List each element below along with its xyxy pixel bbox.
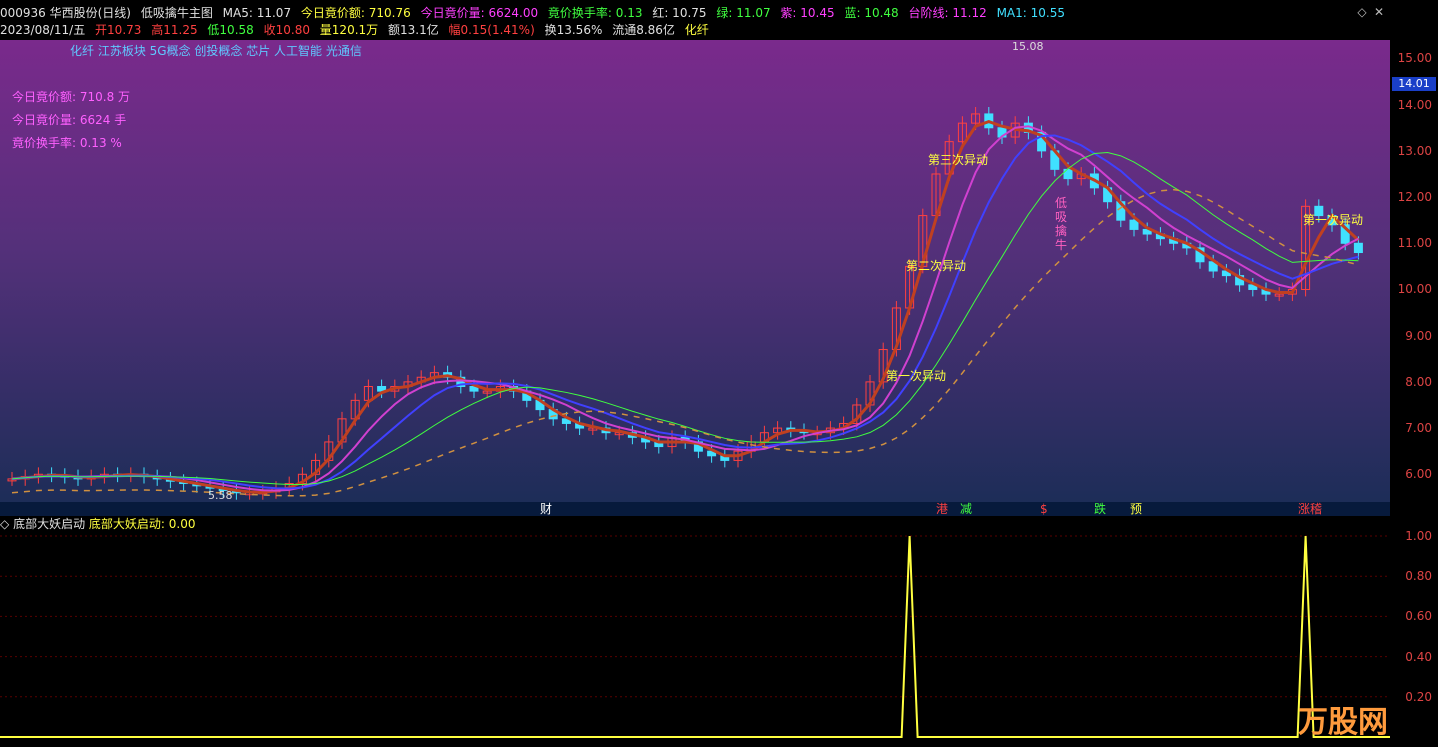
event-marker[interactable]: 减 [960, 502, 972, 516]
quote-sector: 化纤 [684, 23, 709, 37]
price-tick: 10.00 [1397, 282, 1432, 297]
signal-line [0, 535, 1390, 738]
quote-line: 2023/08/11/五 开10.73 高11.25 低10.58 收10.80… [0, 20, 1438, 40]
event-marker[interactable]: 财 [540, 502, 552, 516]
quote-turnover: 换13.56% [544, 23, 603, 37]
blue-line-value: 蓝: 10.48 [844, 6, 899, 20]
note-first-move: 第一次异动 [886, 369, 947, 383]
price-tick: 12.00 [1397, 190, 1432, 205]
collapse-icon[interactable]: ◇ [1355, 5, 1369, 19]
sub-chart-header: ◇ 底部大妖启动 底部大妖启动: 0.00 [0, 516, 195, 532]
sub-tick: 1.00 [1405, 529, 1432, 543]
price-axis: 15.00 14.00 13.00 12.00 11.00 10.00 9.00 8.00 7.… [1390, 40, 1438, 502]
quote-float: 流通8.86亿 [612, 23, 675, 37]
concept-tags: 化纤 江苏板块 5G概念 创投概念 芯片 人工智能 光通信 [70, 44, 362, 58]
step-line-value: 台阶线: 11.12 [908, 6, 987, 20]
note-second-move: 第二次异动 [906, 259, 967, 273]
price-tick: 13.00 [1397, 143, 1432, 158]
current-price-badge: 14.01 [1392, 77, 1436, 91]
jj-amount: 今日竟价额: 710.76 [300, 6, 411, 20]
ma1-value: MA1: 10.55 [996, 6, 1065, 20]
sub-value: 底部大妖启动: 0.00 [88, 517, 196, 531]
quote-amount: 额13.1亿 [387, 23, 439, 37]
jj-volume: 今日竟价量: 6624.00 [420, 6, 539, 20]
main-chart-canvas[interactable] [0, 40, 1390, 502]
indicator-name[interactable]: 低吸擒牛主图 [141, 6, 213, 20]
event-marker[interactable]: 跌 [1094, 502, 1106, 516]
brand-logo: 万股网 [1298, 705, 1388, 740]
price-tick: 15.00 [1397, 51, 1432, 66]
high-price-label: 15.08 [1012, 40, 1044, 53]
quote-high: 高11.25 [151, 23, 198, 37]
sub-tick: 0.80 [1405, 569, 1432, 584]
jj-turnover: 竟价换手率: 0.13 [547, 6, 643, 20]
quote-change: 幅0.15(1.41%) [448, 23, 535, 37]
price-tick: 6.00 [1405, 467, 1432, 482]
green-line-value: 绿: 11.07 [716, 6, 771, 20]
stat-volume: 今日竟价量: 6624 手 [12, 113, 127, 127]
sub-tick: 0.20 [1405, 689, 1432, 704]
sub-chart-canvas[interactable] [0, 516, 1390, 747]
price-tick: 11.00 [1397, 236, 1432, 251]
ma5-value: MA5: 11.07 [222, 6, 292, 20]
quote-low: 低10.58 [207, 23, 254, 37]
buy-label-4: 牛 [1055, 238, 1068, 252]
stat-turnover: 竟价换手率: 0.13 % [12, 136, 122, 150]
purple-line-value: 紫: 10.45 [780, 6, 835, 20]
stat-amount: 今日竟价额: 710.8 万 [12, 90, 131, 104]
ma-blue [11, 134, 1359, 490]
event-marker[interactable]: $ [1040, 502, 1048, 516]
note-third-move: 第三次异动 [928, 153, 989, 167]
event-marker[interactable]: 涨稽 [1298, 502, 1322, 516]
sub-chart[interactable] [0, 516, 1390, 747]
quote-open: 开10.73 [95, 23, 142, 37]
stock-code-name[interactable]: 000936 华西股份(日线) [0, 6, 131, 20]
candle-body [1353, 242, 1363, 254]
price-tick: 14.00 [1397, 97, 1432, 112]
price-tick: 7.00 [1405, 421, 1432, 436]
event-marker[interactable]: 预 [1130, 502, 1142, 516]
close-icon[interactable]: ✕ [1372, 5, 1386, 19]
quote-volume: 量120.1万 [319, 23, 379, 37]
price-tick: 9.00 [1405, 328, 1432, 343]
red-line-value: 红: 10.75 [652, 6, 707, 20]
low-price-label: 5.58 [208, 489, 233, 502]
event-marker-row: 财 港减 $ 跌 预 涨稽 [0, 502, 1390, 516]
note-later-move: 第一次异动 [1303, 213, 1364, 227]
sub-tick: 0.40 [1405, 649, 1432, 664]
quote-close: 收10.80 [263, 23, 310, 37]
sub-collapse-icon[interactable]: ◇ [0, 517, 9, 531]
sub-title[interactable]: 底部大妖启动 [13, 517, 85, 531]
event-marker[interactable]: 港 [936, 502, 948, 516]
sub-axis: 1.00 0.80 0.60 0.40 0.20 [1390, 516, 1438, 747]
quote-date: 2023/08/11/五 [0, 23, 86, 37]
candle-body [1129, 219, 1139, 230]
main-chart[interactable] [0, 40, 1390, 502]
price-tick: 8.00 [1405, 374, 1432, 389]
sub-tick: 0.60 [1405, 609, 1432, 624]
